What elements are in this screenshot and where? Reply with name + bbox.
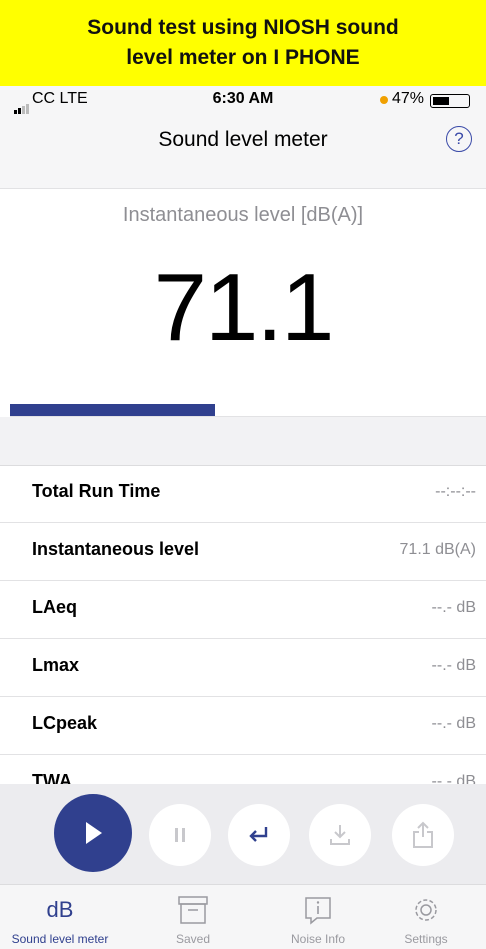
tab-label: Saved	[175, 932, 211, 946]
tab-label: Sound level meter	[11, 932, 109, 946]
pause-button[interactable]	[149, 804, 211, 866]
level-bar	[10, 404, 486, 417]
row-label: LCpeak	[32, 713, 98, 733]
table-row: LCpeak --.- dB	[0, 697, 486, 755]
tab-settings[interactable]: Settings	[366, 885, 486, 949]
level-bar-fill	[10, 404, 215, 416]
row-label: Total Run Time	[32, 481, 161, 501]
instantaneous-level-value: 71.1	[153, 254, 335, 361]
row-value: --.- dB	[431, 599, 476, 616]
app-header: CC LTE 6:30 AM 47% Sound level meter ?	[0, 86, 486, 189]
caption-text: Sound test using NIOSH sound level meter…	[87, 16, 399, 69]
row-value: --.- dB	[431, 657, 476, 674]
instantaneous-level-label: Instantaneous level [dB(A)]	[122, 204, 364, 226]
row-label: Instantaneous level	[32, 539, 200, 559]
table-row: Total Run Time --:--:--	[0, 465, 486, 523]
page-title: Sound level meter	[158, 128, 328, 151]
info-icon	[305, 897, 331, 925]
battery-icon	[430, 94, 470, 108]
row-value: --:--:--	[435, 483, 476, 500]
section-divider	[0, 417, 486, 466]
gear-icon	[415, 899, 437, 921]
row-value: --.- dB	[431, 715, 476, 732]
table-row: Instantaneous level 71.1 dB(A)	[0, 523, 486, 581]
question-circle-icon[interactable]: ?	[446, 126, 472, 152]
tab-bar: dB Sound level meter Saved Noise Info Se…	[0, 884, 486, 949]
db-icon: dB	[46, 897, 74, 922]
row-label: Lmax	[32, 655, 80, 675]
control-bar	[0, 784, 486, 884]
status-bar: CC LTE 6:30 AM 47%	[0, 86, 486, 114]
return-button[interactable]	[228, 804, 290, 866]
low-power-dot-icon	[380, 96, 388, 104]
play-icon	[86, 822, 102, 844]
battery-percent: 47%	[392, 90, 425, 107]
download-icon	[330, 825, 350, 845]
share-button[interactable]	[392, 804, 454, 866]
tab-sound-level-meter[interactable]: dB Sound level meter	[0, 885, 120, 949]
pause-icon	[175, 828, 185, 842]
table-row: LAeq --.- dB	[0, 581, 486, 639]
return-icon	[249, 827, 268, 842]
tab-label: Settings	[404, 932, 448, 946]
tab-noise-info[interactable]: Noise Info	[258, 885, 378, 949]
tab-label: Noise Info	[290, 932, 346, 946]
download-button[interactable]	[309, 804, 371, 866]
caption-banner: Sound test using NIOSH sound level meter…	[0, 0, 486, 87]
archive-icon	[178, 896, 208, 924]
row-label: LAeq	[32, 597, 77, 617]
share-icon	[413, 821, 433, 848]
tab-saved[interactable]: Saved	[133, 885, 253, 949]
table-row: Lmax --.- dB	[0, 639, 486, 697]
play-button[interactable]	[54, 794, 132, 872]
row-value: 71.1 dB(A)	[399, 541, 476, 558]
